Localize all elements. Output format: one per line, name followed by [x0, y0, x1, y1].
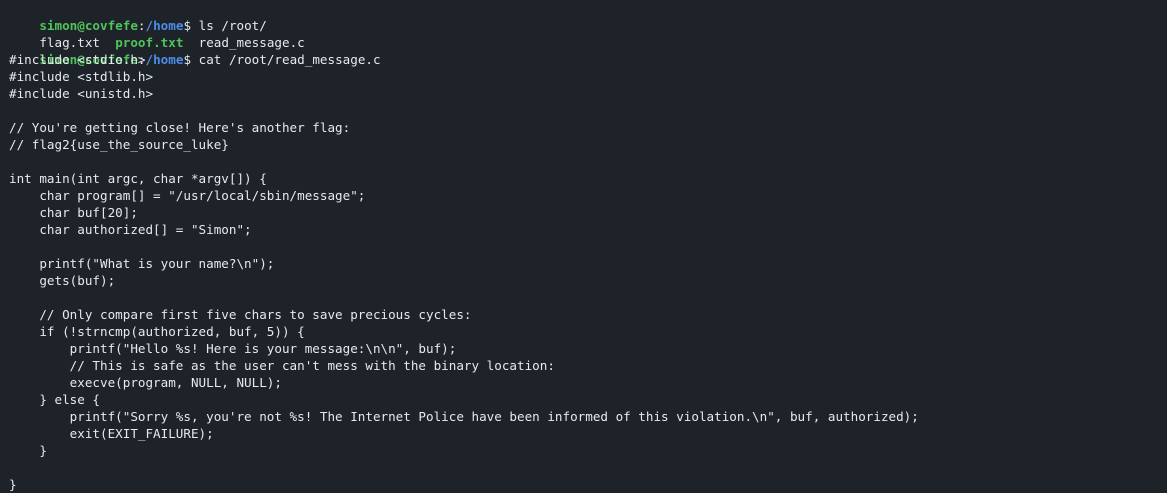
code-line: printf("Hello %s! Here is your message:\… — [9, 341, 457, 356]
code-line: printf("Sorry %s, you're not %s! The Int… — [9, 409, 919, 424]
prompt-path: /home — [145, 52, 184, 67]
code-line: } else { — [9, 392, 100, 407]
code-line: // You're getting close! Here's another … — [9, 120, 351, 135]
code-line: int main(int argc, char *argv[]) { — [9, 171, 267, 186]
code-line: printf("What is your name?\n"); — [9, 256, 275, 271]
prompt-path: /home — [145, 18, 184, 33]
code-line: gets(buf); — [9, 273, 116, 288]
prompt-separator: : — [137, 18, 146, 33]
code-line: char buf[20]; — [9, 205, 138, 220]
code-line: #include <stdlib.h> — [9, 69, 154, 84]
command-text: ls /root/ — [198, 18, 267, 33]
terminal-window[interactable]: simon@covfefe:/home$ ls /root/ flag.txt … — [0, 0, 1167, 493]
code-line: } — [9, 477, 17, 492]
code-line: // Only compare first five chars to save… — [9, 307, 472, 322]
prompt-dollar: $ — [183, 18, 199, 33]
prompt-user-host: simon@covfefe — [39, 18, 138, 33]
ls-entry: read_message.c — [198, 35, 305, 50]
code-line: exit(EXIT_FAILURE); — [9, 426, 214, 441]
code-line: // This is safe as the user can't mess w… — [9, 358, 555, 373]
ls-entry: proof.txt — [115, 35, 184, 50]
command-text: cat /root/read_message.c — [198, 52, 381, 67]
code-line: if (!strncmp(authorized, buf, 5)) { — [9, 324, 305, 339]
code-line: } — [9, 443, 47, 458]
prompt-dollar: $ — [183, 52, 199, 67]
code-line: execve(program, NULL, NULL); — [9, 375, 282, 390]
code-line: char program[] = "/usr/local/sbin/messag… — [9, 188, 366, 203]
code-line: // flag2{use_the_source_luke} — [9, 137, 229, 152]
command-line: simon@covfefe:/home$ ls /root/ — [9, 0, 1167, 33]
code-line: #include <unistd.h> — [9, 86, 154, 101]
file-output: #include <stdio.h> #include <stdlib.h> #… — [9, 51, 1167, 493]
code-line: char authorized[] = "Simon"; — [9, 222, 252, 237]
ls-entry: flag.txt — [39, 35, 101, 50]
